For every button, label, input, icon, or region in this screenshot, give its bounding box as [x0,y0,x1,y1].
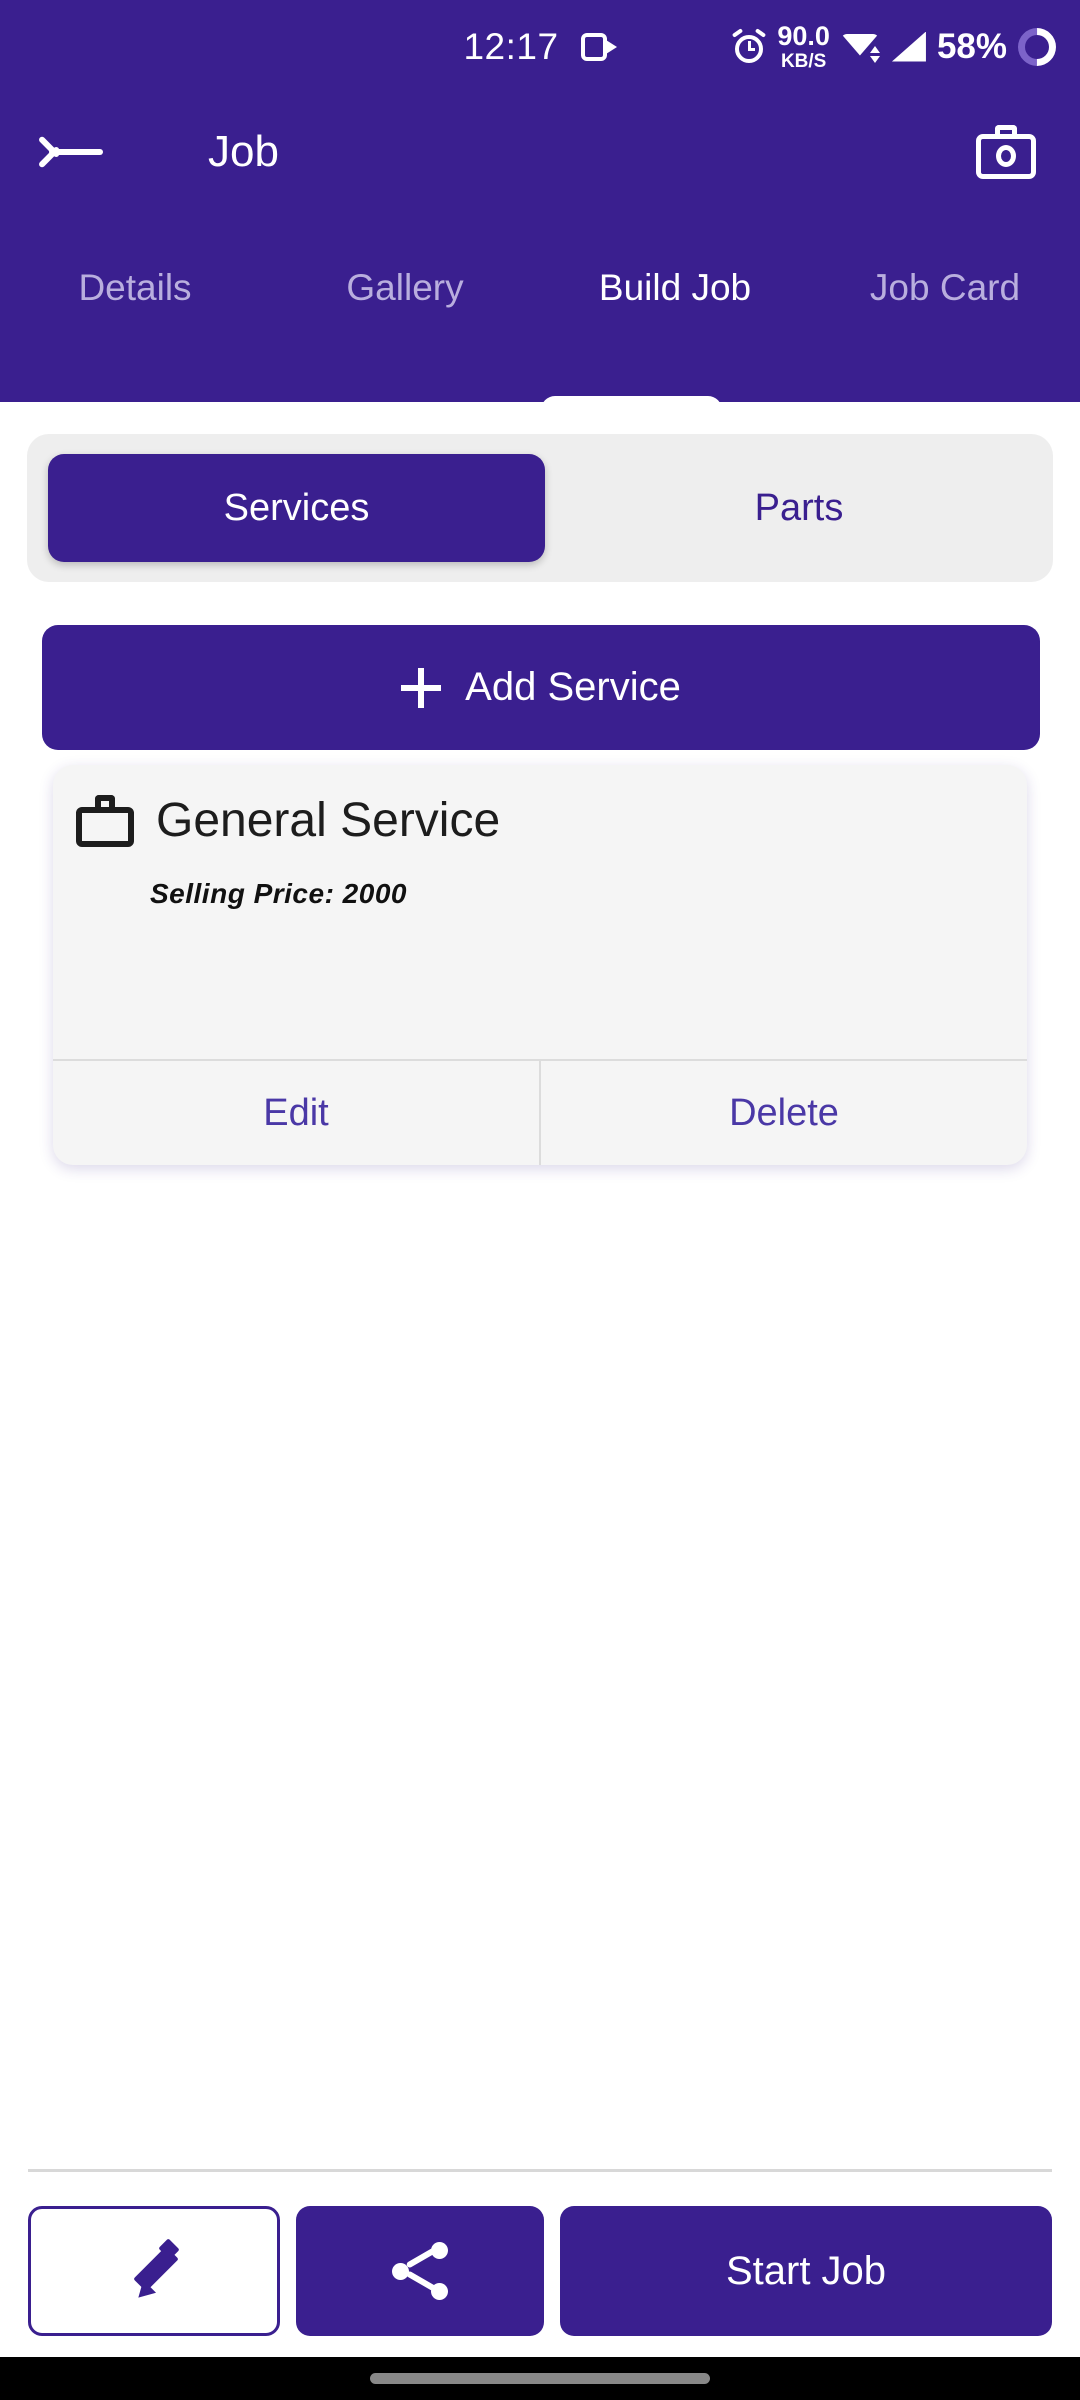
tab-gallery[interactable]: Gallery [270,267,540,309]
share-icon [392,2242,448,2300]
battery-percent: 58% [936,26,1007,66]
plus-icon [401,667,442,708]
gesture-handle[interactable] [370,2373,710,2384]
status-time: 12:17 [463,25,559,67]
tab-build-job[interactable]: Build Job [540,267,810,309]
page-title: Job [208,127,279,176]
segment-parts[interactable]: Parts [545,454,1053,562]
status-bar-right: 90.0 KB/S 58% [732,0,1064,93]
app-bar: Job [0,93,1080,213]
segment-services[interactable]: Services [48,454,545,562]
bottom-bar-divider [28,2169,1052,2172]
system-navigation-bar [0,2357,1080,2400]
add-service-button[interactable]: Add Service [42,625,1040,750]
service-selling-price: Selling Price: 2000 [150,878,407,909]
status-bar: 12:17 90.0 KB/S 58% [0,0,1080,93]
network-speed-value: 90.0 [777,20,830,51]
share-job-button[interactable] [296,2206,544,2336]
service-card: General Service Selling Price: 2000 Edit… [53,765,1027,1165]
wifi-icon [840,30,881,64]
alarm-clock-icon [732,27,767,64]
bottom-action-bar: Start Job [0,2185,1080,2357]
app-screen: 12:17 90.0 KB/S 58% Job Details Gallery … [0,0,1080,2400]
tab-job-card[interactable]: Job Card [810,267,1080,309]
network-speed-unit: KB/S [780,50,827,72]
content-area: Services Parts Add Service General Servi… [0,402,1080,2169]
delete-service-button[interactable]: Delete [539,1061,1027,1165]
add-service-label: Add Service [465,665,681,709]
pencil-icon [123,2238,185,2305]
edit-service-button[interactable]: Edit [53,1061,539,1165]
tab-bar: Details Gallery Build Job Job Card [0,213,1080,402]
video-camera-icon [580,32,617,61]
battery-ring-icon [1010,19,1064,74]
services-parts-segmented-control: Services Parts [27,434,1053,582]
edit-job-button[interactable] [28,2206,280,2336]
service-card-actions: Edit Delete [53,1059,1027,1165]
service-card-header: General Service [76,793,500,848]
cellular-signal-icon [891,31,926,62]
back-arrow-icon[interactable] [37,128,106,176]
camera-icon[interactable] [976,125,1036,179]
service-title: General Service [156,794,501,847]
network-speed-indicator: 90.0 KB/S [777,20,830,72]
start-job-button[interactable]: Start Job [560,2206,1052,2336]
tab-details[interactable]: Details [0,267,270,309]
briefcase-icon [76,794,134,847]
